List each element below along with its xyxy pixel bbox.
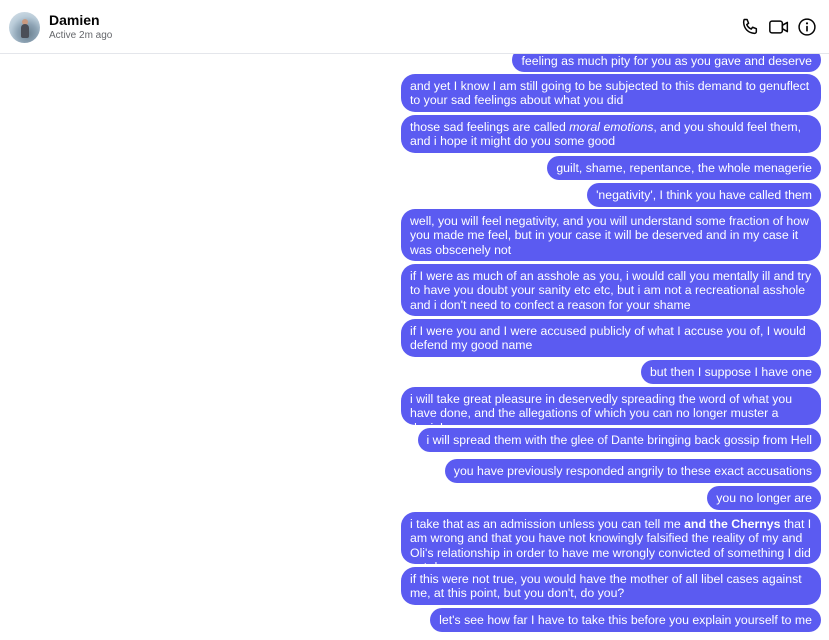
message-emphasis: moral emotions [569, 120, 654, 134]
message-text: if I were you and I were accused publicl… [410, 324, 806, 353]
message-text: i will spread them with the glee of Dant… [426, 433, 813, 447]
message-text: if I were as much of an asshole as you, … [410, 269, 812, 312]
message-bold: and the Chernys [684, 517, 781, 531]
message-bubble[interactable]: 'negativity', I think you have called th… [587, 183, 821, 207]
message-text: and yet I know I am still going to be su… [410, 79, 810, 108]
video-camera-icon[interactable] [768, 17, 790, 37]
info-icon[interactable] [797, 17, 817, 37]
message-bubble[interactable]: guilt, shame, repentance, the whole mena… [547, 156, 821, 180]
message-bubble[interactable]: if I were as much of an asshole as you, … [401, 264, 821, 316]
message-thread[interactable]: feeling as much pity for you as you gave… [0, 48, 829, 640]
message-bubble[interactable]: you have previously responded angrily to… [444, 459, 821, 483]
message-bubble[interactable]: if this were not true, you would have th… [401, 567, 821, 605]
message-text: you no longer are [716, 491, 812, 505]
message-bubble[interactable]: i will spread them with the glee of Dant… [417, 428, 821, 452]
message-bubble[interactable]: you no longer are [707, 486, 821, 510]
message-bubble[interactable]: if I were you and I were accused publicl… [401, 319, 821, 357]
phone-icon[interactable] [740, 17, 760, 37]
contact-name[interactable]: Damien [49, 12, 100, 28]
avatar-figure [21, 24, 29, 38]
message-bubble[interactable]: well, you will feel negativity, and you … [401, 209, 821, 261]
message-text: i take that as an admission unless you c… [410, 517, 685, 531]
message-bubble[interactable]: i take that as an admission unless you c… [401, 512, 821, 574]
message-text: but then I suppose I have one [649, 365, 812, 379]
message-text: those sad feelings are called [410, 120, 570, 134]
message-text: let's see how far I have to take this be… [439, 613, 812, 627]
active-status: Active 2m ago [49, 30, 113, 41]
message-text: guilt, shame, repentance, the whole mena… [556, 161, 812, 175]
message-bubble[interactable]: i will take great pleasure in deservedly… [401, 387, 821, 435]
message-bubble[interactable]: those sad feelings are called moral emot… [401, 115, 821, 153]
message-text: feeling as much pity for you as you gave… [521, 54, 812, 68]
message-bubble[interactable]: but then I suppose I have one [640, 360, 821, 384]
message-text: 'negativity', I think you have called th… [596, 188, 812, 202]
message-bubble[interactable]: and yet I know I am still going to be su… [401, 74, 821, 112]
message-bubble[interactable]: let's see how far I have to take this be… [430, 608, 821, 632]
message-text: you have previously responded angrily to… [453, 464, 812, 478]
message-text: well, you will feel negativity, and you … [410, 214, 809, 257]
chat-header: Damien Active 2m ago [0, 0, 829, 54]
message-text: if this were not true, you would have th… [410, 572, 802, 601]
avatar[interactable] [9, 12, 40, 43]
